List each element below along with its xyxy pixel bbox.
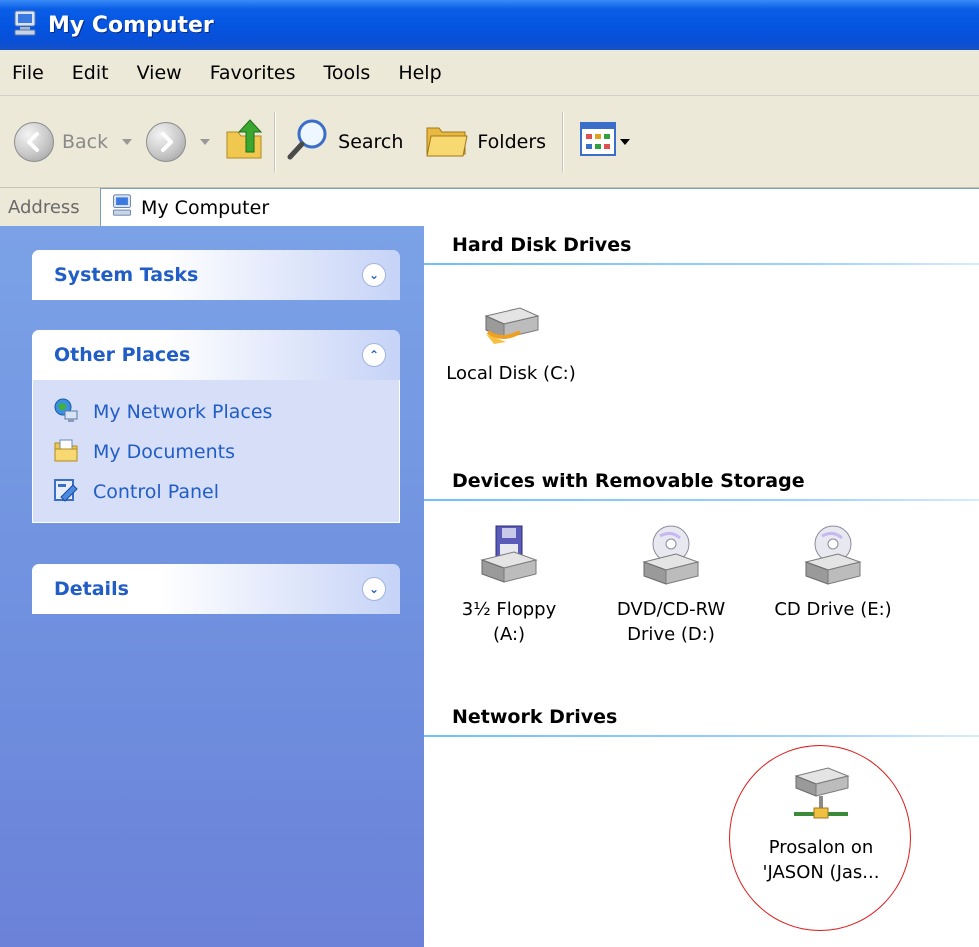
other-places-panel: Other Places ⌃ My Network Places My Docu… [32,330,400,523]
menu-edit[interactable]: Edit [58,62,123,84]
toolbar-separator [274,111,277,172]
details-header[interactable]: Details ⌄ [32,564,400,614]
folders-button[interactable]: Folders [425,112,546,172]
forward-dropdown-icon[interactable] [200,138,211,145]
other-places-header[interactable]: Other Places ⌃ [32,330,400,380]
group-header-network: Network Drives [452,706,618,728]
folders-icon [425,120,469,163]
group-divider [424,263,979,265]
group-divider [424,735,979,737]
group-header-removable: Devices with Removable Storage [452,470,805,492]
link-my-documents[interactable]: My Documents [53,432,399,472]
drive-cd-e[interactable]: CD Drive (E:) [758,524,908,622]
menu-bar: File Edit View Favorites Tools Help [0,50,979,96]
drive-label: CD Drive (E:) [774,599,892,620]
search-label: Search [338,130,404,153]
back-button[interactable]: Back [14,112,108,172]
menu-file[interactable]: File [8,62,58,84]
menu-tools[interactable]: Tools [310,62,385,84]
link-my-network-places[interactable]: My Network Places [53,392,399,432]
link-label: My Documents [93,441,236,463]
views-icon [580,122,617,161]
drive-local-disk-c[interactable]: Local Disk (C:) [436,302,586,386]
documents-folder-icon [53,437,79,468]
up-folder-button[interactable] [224,112,264,172]
back-label: Back [62,130,109,153]
menu-view[interactable]: View [123,62,196,84]
drive-label-line2: Drive (D:) [627,624,715,645]
back-arrow-icon [14,121,54,162]
drive-label-line1: DVD/CD-RW [616,599,726,620]
drive-dvd-cdrw-d[interactable]: DVD/CD-RW Drive (D:) [596,524,746,647]
toolbar-separator [562,111,565,172]
details-title: Details [54,578,129,600]
other-places-body: My Network Places My Documents Control P… [32,380,400,523]
views-button[interactable] [580,112,631,172]
drive-label: Local Disk (C:) [446,363,576,384]
drive-floppy-a[interactable]: 3½ Floppy (A:) [434,524,584,647]
menu-favorites[interactable]: Favorites [196,62,310,84]
expand-chevron-icon[interactable]: ⌄ [362,263,386,287]
drive-label-line1: 3½ Floppy [461,599,557,620]
window-title: My Computer [48,12,214,38]
group-header-hard-disk: Hard Disk Drives [452,234,632,256]
expand-chevron-icon[interactable]: ⌄ [362,577,386,601]
folders-label: Folders [477,130,547,153]
forward-arrow-icon [146,121,187,162]
drive-label-line2: (A:) [492,624,526,645]
my-computer-icon [12,9,38,42]
search-icon [286,117,330,166]
link-label: Control Panel [93,481,219,503]
other-places-title: Other Places [54,344,191,366]
network-places-icon [53,397,79,428]
cd-drive-icon [640,524,702,591]
system-tasks-title: System Tasks [54,264,199,286]
group-divider [424,499,979,501]
address-value: My Computer [141,196,270,219]
hard-disk-icon [480,302,542,355]
highlight-circle [729,745,911,931]
toolbar: Back Search Folders [0,96,979,188]
back-dropdown-icon[interactable] [122,138,133,145]
up-folder-icon [224,118,264,165]
collapse-chevron-icon[interactable]: ⌃ [362,343,386,367]
search-button[interactable]: Search [286,112,403,172]
link-control-panel[interactable]: Control Panel [53,472,399,512]
floppy-drive-icon [478,524,540,591]
address-input[interactable]: My Computer [100,188,979,226]
system-tasks-header[interactable]: System Tasks ⌄ [32,250,400,300]
my-computer-icon [111,193,133,222]
address-label: Address [8,196,80,218]
address-bar: Address My Computer [0,188,979,226]
control-panel-icon [53,477,79,508]
views-dropdown-icon [620,138,631,145]
title-bar[interactable]: My Computer [0,0,979,50]
system-tasks-panel: System Tasks ⌄ [32,250,400,300]
cd-drive-icon [802,524,864,591]
task-pane: System Tasks ⌄ Other Places ⌃ My Network… [0,226,424,947]
forward-button[interactable] [146,112,187,172]
link-label: My Network Places [93,401,273,423]
menu-help[interactable]: Help [384,62,455,84]
details-panel: Details ⌄ [32,564,400,614]
